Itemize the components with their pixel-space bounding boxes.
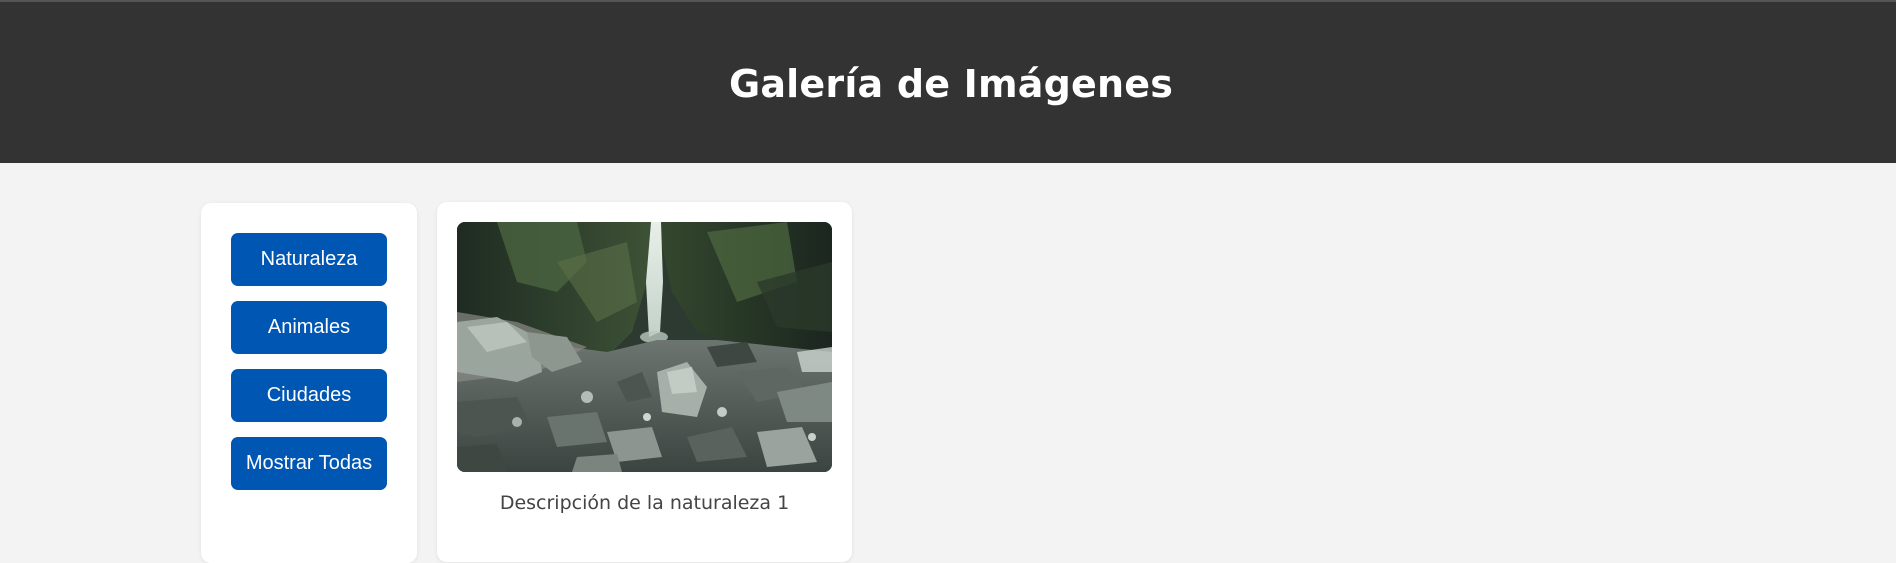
filter-button-ciudades[interactable]: Ciudades	[231, 369, 387, 422]
filter-button-animales[interactable]: Animales	[231, 301, 387, 354]
filter-button-mostrar-todas[interactable]: Mostrar Todas	[231, 437, 387, 490]
gallery-card: Descripción de la naturaleza 1	[437, 202, 852, 562]
page-title: Galería de Imágenes	[728, 61, 1174, 106]
gallery-image[interactable]	[457, 222, 832, 472]
image-caption: Descripción de la naturaleza 1	[499, 492, 790, 514]
filter-sidebar: Naturaleza Animales Ciudades Mostrar Tod…	[201, 203, 417, 563]
filter-button-naturaleza[interactable]: Naturaleza	[231, 233, 387, 286]
waterfall-image-illustration	[457, 222, 832, 472]
page-header: Galería de Imágenes	[0, 2, 1896, 163]
